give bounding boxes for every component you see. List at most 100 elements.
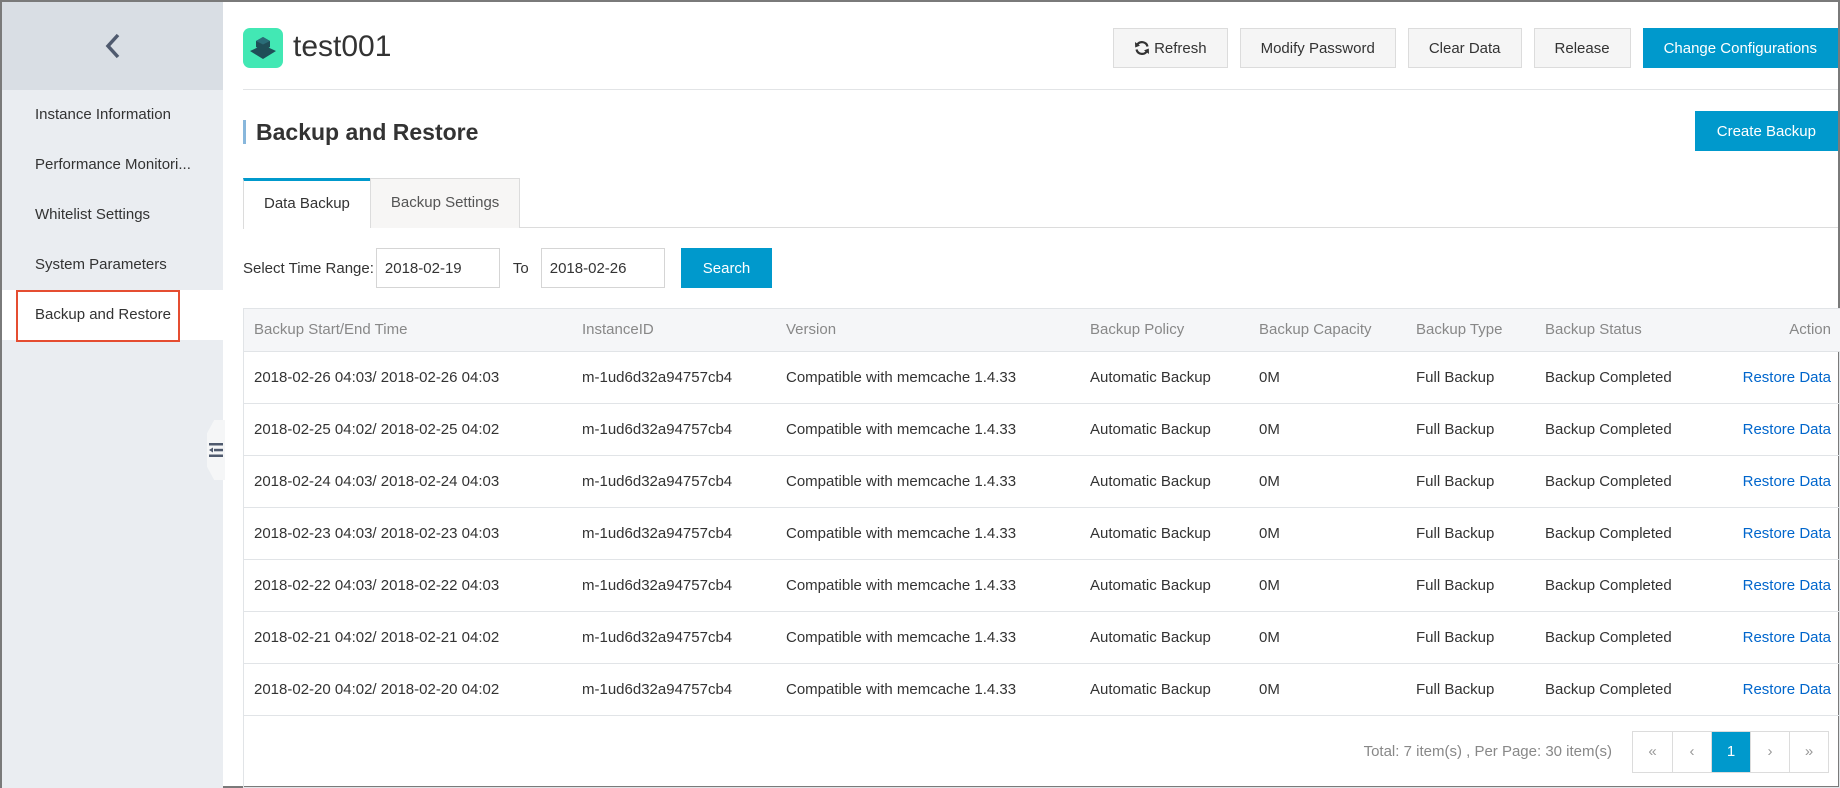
chevron-left-icon[interactable] xyxy=(101,31,125,61)
backup-time-cell: 2018-02-26 04:03/ 2018-02-26 04:03 xyxy=(244,351,572,404)
column-header[interactable]: Backup Policy xyxy=(1080,309,1249,352)
column-header[interactable]: Backup Capacity xyxy=(1249,309,1406,352)
instance-id-cell: m-1ud6d32a94757cb4 xyxy=(572,663,776,716)
restore-data-link[interactable]: Restore Data xyxy=(1743,629,1831,646)
release-button[interactable]: Release xyxy=(1533,28,1631,68)
version-cell: Compatible with memcache 1.4.33 xyxy=(776,611,1080,664)
tab-backup-settings[interactable]: Backup Settings xyxy=(369,178,521,228)
collapse-sidebar-handle[interactable] xyxy=(207,420,225,480)
sidebar: Instance Information Performance Monitor… xyxy=(2,2,223,788)
backup-capacity-cell: 0M xyxy=(1249,455,1406,508)
first-page-button[interactable]: « xyxy=(1633,731,1672,772)
table-header-row: Backup Start/End Time InstanceID Version… xyxy=(244,309,1840,352)
backup-status-cell: Backup Completed xyxy=(1535,455,1705,508)
page-1-button[interactable]: 1 xyxy=(1711,731,1750,772)
tabs: Data Backup Backup Settings xyxy=(243,178,1838,229)
action-cell: Restore Data xyxy=(1705,507,1840,560)
modify-password-button[interactable]: Modify Password xyxy=(1239,28,1396,68)
restore-data-link[interactable]: Restore Data xyxy=(1743,577,1831,594)
backup-time-cell: 2018-02-23 04:03/ 2018-02-23 04:03 xyxy=(244,507,572,560)
tab-data-backup[interactable]: Data Backup xyxy=(243,178,370,229)
table-row: 2018-02-22 04:03/ 2018-02-22 04:03 m-1ud6… xyxy=(244,559,1840,612)
action-cell: Restore Data xyxy=(1705,403,1840,456)
column-header[interactable]: Version xyxy=(776,309,1080,352)
column-header[interactable]: InstanceID xyxy=(572,309,776,352)
create-backup-button[interactable]: Create Backup xyxy=(1694,111,1838,151)
backup-policy-cell: Automatic Backup xyxy=(1080,611,1249,664)
time-range-label: Select Time Range: xyxy=(243,259,374,277)
page-title: Backup and Restore xyxy=(243,120,478,144)
backup-time-cell: 2018-02-20 04:02/ 2018-02-20 04:02 xyxy=(244,663,572,716)
to-label: To xyxy=(512,259,529,277)
backup-time-cell: 2018-02-24 04:03/ 2018-02-24 04:03 xyxy=(244,455,572,508)
sidebar-item-label: Backup and Restore xyxy=(35,306,171,323)
pagination: « ‹ 1 › » xyxy=(1632,730,1829,773)
restore-data-link[interactable]: Restore Data xyxy=(1743,681,1831,698)
sidebar-item-system-parameters[interactable]: System Parameters xyxy=(2,240,223,290)
version-cell: Compatible with memcache 1.4.33 xyxy=(776,663,1080,716)
backup-capacity-cell: 0M xyxy=(1249,351,1406,404)
backup-status-cell: Backup Completed xyxy=(1535,403,1705,456)
backup-policy-cell: Automatic Backup xyxy=(1080,559,1249,612)
collapse-sidebar-icon xyxy=(209,443,223,457)
sidebar-item-performance-monitoring[interactable]: Performance Monitori... xyxy=(2,140,223,190)
last-page-button[interactable]: » xyxy=(1789,731,1828,772)
backup-type-cell: Full Backup xyxy=(1406,663,1535,716)
restore-data-link[interactable]: Restore Data xyxy=(1743,421,1831,438)
backup-table: Backup Start/End Time InstanceID Version… xyxy=(243,308,1840,788)
instance-id-cell: m-1ud6d32a94757cb4 xyxy=(572,455,776,508)
instance-id-cell: m-1ud6d32a94757cb4 xyxy=(572,403,776,456)
instance-id-cell: m-1ud6d32a94757cb4 xyxy=(572,611,776,664)
column-header[interactable]: Backup Start/End Time xyxy=(244,309,572,352)
clear-data-button[interactable]: Clear Data xyxy=(1407,28,1522,68)
backup-type-cell: Full Backup xyxy=(1406,559,1535,612)
end-date-input[interactable] xyxy=(540,248,665,288)
column-header[interactable]: Backup Status xyxy=(1535,309,1705,352)
search-button[interactable]: Search xyxy=(680,248,773,288)
backup-policy-cell: Automatic Backup xyxy=(1080,351,1249,404)
sidebar-nav: Instance Information Performance Monitor… xyxy=(2,90,223,342)
instance-id-cell: m-1ud6d32a94757cb4 xyxy=(572,351,776,404)
backup-status-cell: Backup Completed xyxy=(1535,611,1705,664)
column-header[interactable]: Backup Type xyxy=(1406,309,1535,352)
backup-status-cell: Backup Completed xyxy=(1535,507,1705,560)
start-date-input[interactable] xyxy=(375,248,500,288)
backup-status-cell: Backup Completed xyxy=(1535,663,1705,716)
backup-time-cell: 2018-02-21 04:02/ 2018-02-21 04:02 xyxy=(244,611,572,664)
restore-data-link[interactable]: Restore Data xyxy=(1743,473,1831,490)
table-row: 2018-02-20 04:02/ 2018-02-20 04:02 m-1ud6… xyxy=(244,663,1840,716)
sidebar-item-whitelist-settings[interactable]: Whitelist Settings xyxy=(2,190,223,240)
prev-page-button[interactable]: ‹ xyxy=(1672,731,1711,772)
instance-name: test001 xyxy=(293,29,392,63)
table-row: 2018-02-24 04:03/ 2018-02-24 04:03 m-1ud6… xyxy=(244,455,1840,508)
backup-policy-cell: Automatic Backup xyxy=(1080,507,1249,560)
section-header: Backup and Restore Create Backup xyxy=(243,90,1838,176)
backup-capacity-cell: 0M xyxy=(1249,611,1406,664)
instance-header: test001 Refresh Modify Password Clear Da… xyxy=(243,2,1838,90)
action-cell: Restore Data xyxy=(1705,351,1840,404)
sidebar-item-label: Whitelist Settings xyxy=(35,206,151,223)
table-row: 2018-02-23 04:03/ 2018-02-23 04:03 m-1ud6… xyxy=(244,507,1840,560)
backup-type-cell: Full Backup xyxy=(1406,507,1535,560)
sidebar-item-label: Instance Information xyxy=(35,106,171,123)
backup-capacity-cell: 0M xyxy=(1249,663,1406,716)
instance-id-cell: m-1ud6d32a94757cb4 xyxy=(572,559,776,612)
instance-actions: Refresh Modify Password Clear Data Relea… xyxy=(1113,28,1838,68)
next-page-button[interactable]: › xyxy=(1750,731,1789,772)
instance-id-cell: m-1ud6d32a94757cb4 xyxy=(572,507,776,560)
change-configurations-button[interactable]: Change Configurations xyxy=(1642,28,1838,68)
action-cell: Restore Data xyxy=(1705,559,1840,612)
restore-data-link[interactable]: Restore Data xyxy=(1743,369,1831,386)
backup-type-cell: Full Backup xyxy=(1406,351,1535,404)
column-header[interactable]: Action xyxy=(1705,309,1840,352)
version-cell: Compatible with memcache 1.4.33 xyxy=(776,507,1080,560)
version-cell: Compatible with memcache 1.4.33 xyxy=(776,403,1080,456)
backup-policy-cell: Automatic Backup xyxy=(1080,455,1249,508)
refresh-button[interactable]: Refresh xyxy=(1113,28,1228,68)
version-cell: Compatible with memcache 1.4.33 xyxy=(776,559,1080,612)
version-cell: Compatible with memcache 1.4.33 xyxy=(776,455,1080,508)
sidebar-header xyxy=(2,2,223,90)
sidebar-item-backup-and-restore[interactable]: Backup and Restore xyxy=(2,290,223,342)
sidebar-item-instance-information[interactable]: Instance Information xyxy=(2,90,223,140)
restore-data-link[interactable]: Restore Data xyxy=(1743,525,1831,542)
